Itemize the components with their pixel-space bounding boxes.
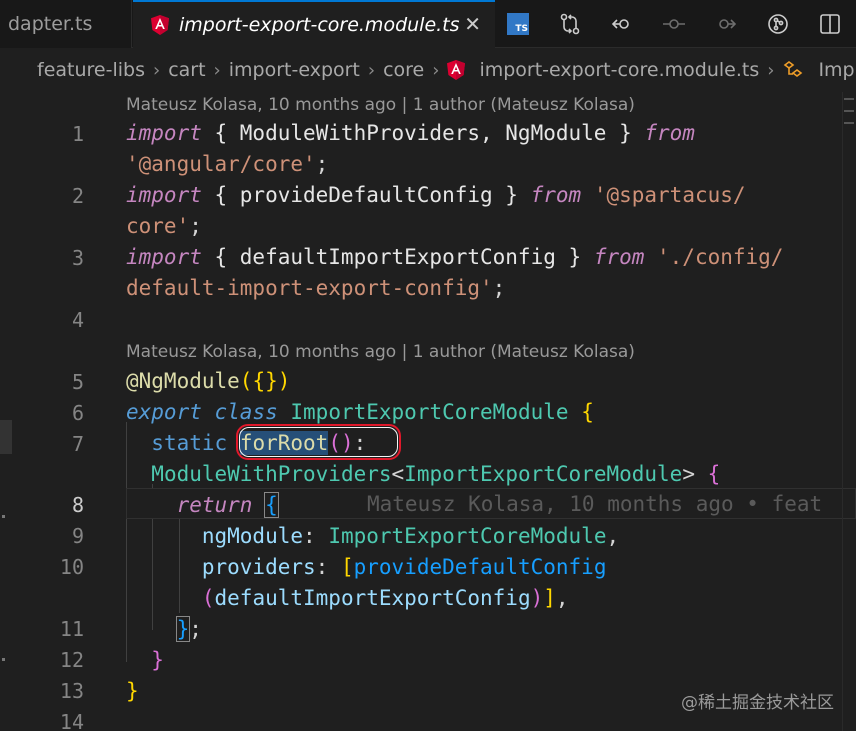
line-number: 4 bbox=[71, 308, 84, 332]
scrollbar-markers bbox=[844, 98, 854, 124]
code-line-10a: providers: [provideDefaultConfig bbox=[201, 555, 607, 579]
breadcrumb-item-cart[interactable]: cart bbox=[168, 59, 205, 81]
tab-label: import-export-core.module.ts bbox=[179, 14, 460, 36]
code-line-12: } bbox=[151, 648, 164, 672]
line-number: 10 bbox=[59, 555, 84, 579]
codelens-blame[interactable]: Mateusz Kolasa, 10 months ago | 1 author… bbox=[126, 95, 635, 115]
tab-adapter[interactable]: dapter.ts bbox=[0, 0, 132, 48]
line-number: 1 bbox=[71, 122, 84, 146]
code-line-11: }; bbox=[175, 616, 202, 642]
line-number: 5 bbox=[71, 370, 84, 394]
code-line-5: @NgModule({}) bbox=[126, 369, 291, 393]
watermark: @稀土掘金技术社区 bbox=[681, 693, 834, 713]
code-line-1a: import { ModuleWithProviders, NgModule }… bbox=[126, 121, 695, 145]
highlight-ring-inner bbox=[239, 427, 398, 457]
tab-label: dapter.ts bbox=[8, 13, 93, 35]
code-line-1b: '@angular/core'; bbox=[126, 152, 329, 176]
code-editor[interactable]: Mateusz Kolasa, 10 months ago | 1 author… bbox=[0, 92, 856, 731]
close-icon[interactable]: ✕ bbox=[464, 12, 481, 36]
code-line-2a: import { provideDefaultConfig } from '@s… bbox=[126, 183, 746, 207]
breadcrumb-item-import-export[interactable]: import-export bbox=[229, 59, 360, 81]
line-number: 11 bbox=[59, 617, 84, 641]
tab-bar: dapter.ts import-export-core.module.ts ✕… bbox=[0, 0, 856, 48]
inline-blame: Mateusz Kolasa, 10 months ago • feat bbox=[367, 492, 823, 516]
git-compare-icon[interactable] bbox=[544, 0, 596, 48]
code-line-9: ngModule: ImportExportCoreModule, bbox=[201, 524, 620, 548]
code-line-8: return { bbox=[176, 492, 279, 518]
typescript-file-icon[interactable]: TS bbox=[492, 0, 544, 48]
go-forward-icon[interactable] bbox=[700, 0, 752, 48]
breadcrumb-item-core[interactable]: core bbox=[383, 59, 424, 81]
line-number: 8 bbox=[71, 493, 84, 517]
line-number: 7 bbox=[71, 432, 84, 456]
split-editor-icon[interactable] bbox=[804, 0, 856, 48]
line-number: 14 bbox=[59, 710, 84, 731]
ts-badge: TS bbox=[507, 13, 529, 35]
chevron-right-icon: › bbox=[432, 59, 440, 81]
timeline-icon[interactable] bbox=[648, 0, 700, 48]
codelens-blame[interactable]: Mateusz Kolasa, 10 months ago | 1 author… bbox=[126, 342, 635, 362]
angular-icon bbox=[447, 60, 466, 80]
code-line-10b: (defaultImportExportConfig)], bbox=[201, 586, 569, 610]
vertical-scrollbar[interactable] bbox=[842, 92, 856, 731]
angular-icon bbox=[151, 15, 169, 35]
code-line-13: } bbox=[126, 679, 139, 703]
go-back-icon[interactable] bbox=[596, 0, 648, 48]
line-number: 2 bbox=[71, 184, 84, 208]
chevron-right-icon: › bbox=[367, 59, 376, 81]
code-line-7b: ModuleWithProviders<ImportExportCoreModu… bbox=[151, 462, 721, 486]
line-number: 13 bbox=[59, 679, 84, 703]
editor-actions: TS bbox=[492, 0, 856, 48]
code-line-3a: import { defaultImportExportConfig } fro… bbox=[126, 245, 784, 269]
breadcrumb-item-feature-libs[interactable]: feature-libs bbox=[37, 59, 145, 81]
code-line-2b: core'; bbox=[126, 214, 202, 238]
chevron-right-icon: › bbox=[152, 59, 161, 81]
tab-active-file[interactable]: import-export-core.module.ts ✕ bbox=[133, 0, 495, 48]
line-number: 6 bbox=[71, 401, 84, 425]
breadcrumb-item-symbol[interactable]: Imp bbox=[818, 59, 854, 81]
git-graph-icon[interactable] bbox=[752, 0, 804, 48]
code-line-3b: default-import-export-config'; bbox=[126, 276, 506, 300]
breadcrumb-item-file[interactable]: import-export-core.module.ts bbox=[479, 59, 759, 81]
class-symbol-icon bbox=[782, 60, 804, 80]
line-number: 3 bbox=[71, 246, 84, 270]
breadcrumb: feature-libs › cart › import-export › co… bbox=[0, 48, 856, 92]
chevron-right-icon: › bbox=[767, 59, 775, 81]
chevron-right-icon: › bbox=[213, 59, 221, 81]
line-number: 12 bbox=[59, 648, 84, 672]
line-number: 9 bbox=[71, 524, 84, 548]
